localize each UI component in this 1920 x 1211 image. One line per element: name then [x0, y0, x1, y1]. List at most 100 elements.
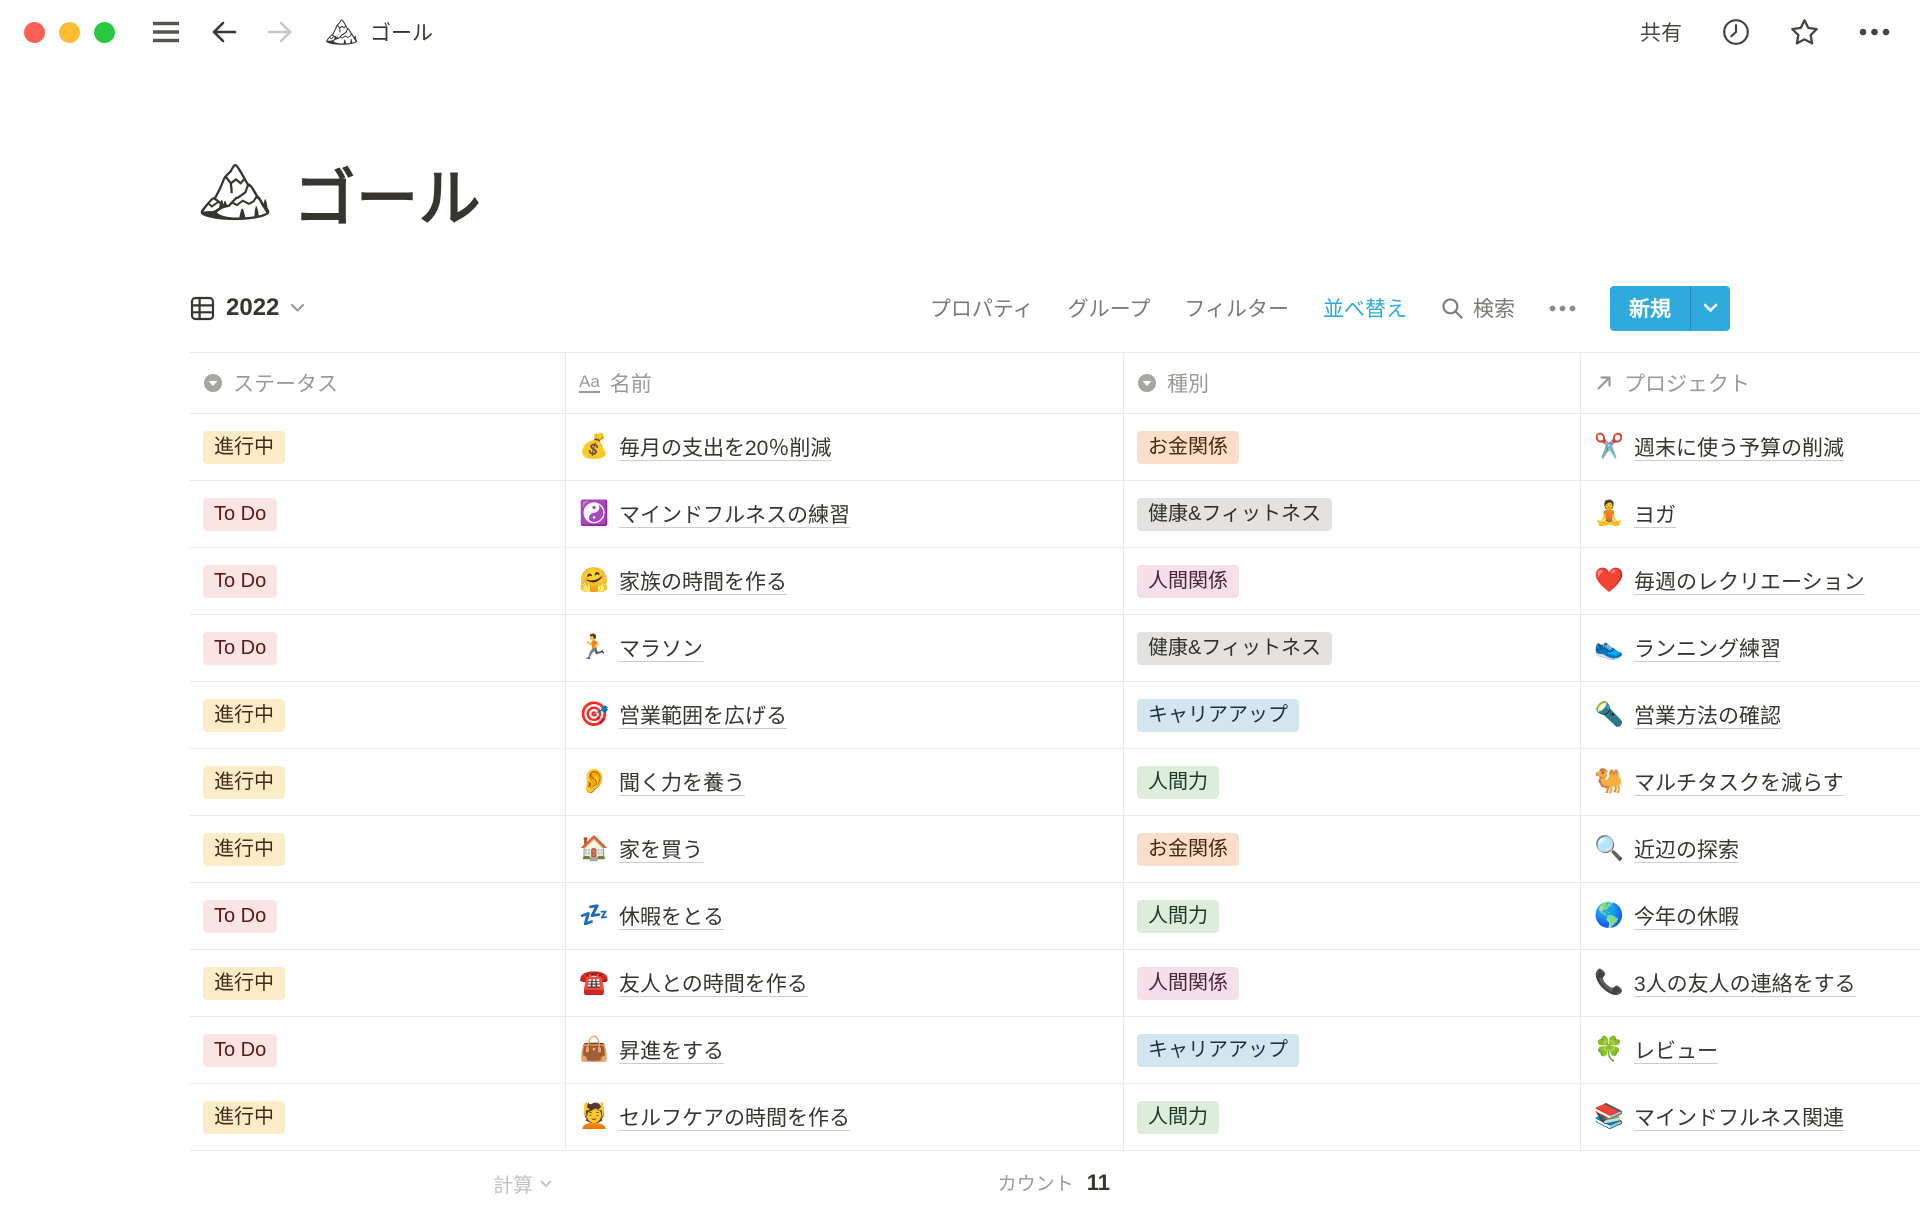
name-cell[interactable]: 🤗 家族の時間を作る [565, 548, 1123, 614]
page-link[interactable]: 👜 昇進をする [579, 1035, 724, 1065]
project-cell[interactable]: 🌎 今年の休暇 [1580, 883, 1920, 949]
name-link[interactable]: 家族の時間を作る [619, 566, 787, 596]
count-summary[interactable]: カウント 11 [565, 1169, 1123, 1196]
column-header-project[interactable]: プロジェクト [1580, 353, 1920, 413]
name-link[interactable]: 毎月の支出を20％削減 [619, 432, 831, 462]
type-cell[interactable]: キャリアアップ [1123, 1017, 1580, 1083]
forward-arrow-icon[interactable] [267, 20, 293, 44]
project-link[interactable]: 毎週のレクリエーション [1634, 566, 1865, 596]
project-link-wrap[interactable]: ❤️ 毎週のレクリエーション [1594, 566, 1865, 596]
toolbar-sort-button[interactable]: 並べ替え [1323, 293, 1407, 323]
page-link[interactable]: ☯️ マインドフルネスの練習 [579, 499, 850, 529]
project-link-wrap[interactable]: 🐫 マルチタスクを減らす [1594, 767, 1844, 797]
project-cell[interactable]: 🍀 レビュー [1580, 1017, 1920, 1083]
name-cell[interactable]: 💆 セルフケアの時間を作る [565, 1084, 1123, 1150]
project-cell[interactable]: ❤️ 毎週のレクリエーション [1580, 548, 1920, 614]
page-link[interactable]: 👂 聞く力を養う [579, 767, 745, 797]
type-cell[interactable]: 健康&フィットネス [1123, 615, 1580, 681]
type-cell[interactable]: 人間関係 [1123, 548, 1580, 614]
project-link-wrap[interactable]: 🍀 レビュー [1594, 1035, 1718, 1065]
project-link[interactable]: マインドフルネス関連 [1634, 1102, 1844, 1132]
project-link[interactable]: レビュー [1634, 1035, 1718, 1065]
close-window-button[interactable] [24, 22, 45, 43]
page-link[interactable]: 💤 休暇をとる [579, 901, 724, 931]
page-link[interactable]: 🤗 家族の時間を作る [579, 566, 787, 596]
project-cell[interactable]: 🐫 マルチタスクを減らす [1580, 749, 1920, 815]
page-link[interactable]: 🎯 営業範囲を広げる [579, 700, 787, 730]
name-cell[interactable]: 👂 聞く力を養う [565, 749, 1123, 815]
name-cell[interactable]: 👜 昇進をする [565, 1017, 1123, 1083]
project-link[interactable]: 営業方法の確認 [1634, 700, 1781, 730]
type-cell[interactable]: お金関係 [1123, 414, 1580, 480]
type-cell[interactable]: 人間力 [1123, 1084, 1580, 1150]
name-link[interactable]: 友人との時間を作る [619, 968, 808, 998]
type-cell[interactable]: 健康&フィットネス [1123, 481, 1580, 547]
project-cell[interactable]: ✂️ 週末に使う予算の削減 [1580, 414, 1920, 480]
name-link[interactable]: マインドフルネスの練習 [619, 499, 850, 529]
breadcrumb[interactable]: 🏔 ゴール [325, 17, 433, 47]
calculate-button[interactable]: 計算 [190, 1169, 565, 1198]
status-cell[interactable]: To Do [190, 615, 565, 681]
project-link-wrap[interactable]: 👟 ランニング練習 [1594, 633, 1781, 663]
name-link[interactable]: 休暇をとる [619, 901, 724, 931]
project-link-wrap[interactable]: 🔦 営業方法の確認 [1594, 700, 1781, 730]
new-button[interactable]: 新規 [1610, 286, 1730, 331]
project-link[interactable]: ヨガ [1634, 499, 1676, 529]
name-link[interactable]: 昇進をする [619, 1035, 724, 1065]
zoom-window-button[interactable] [94, 22, 115, 43]
page-title-emoji-icon[interactable]: 🏔 [198, 164, 272, 222]
status-cell[interactable]: 進行中 [190, 950, 565, 1016]
project-link-wrap[interactable]: 🌎 今年の休暇 [1594, 901, 1739, 931]
name-cell[interactable]: 🏃 マラソン [565, 615, 1123, 681]
column-header-name[interactable]: Aa 名前 [565, 353, 1123, 413]
status-cell[interactable]: To Do [190, 481, 565, 547]
name-link[interactable]: セルフケアの時間を作る [619, 1102, 850, 1132]
project-link[interactable]: 近辺の探索 [1634, 834, 1739, 864]
project-link-wrap[interactable]: 🔍 近辺の探索 [1594, 834, 1739, 864]
status-cell[interactable]: 進行中 [190, 749, 565, 815]
project-link[interactable]: 今年の休暇 [1634, 901, 1739, 931]
page-link[interactable]: 💰 毎月の支出を20％削減 [579, 432, 831, 462]
project-link-wrap[interactable]: 📚 マインドフルネス関連 [1594, 1102, 1844, 1132]
project-link[interactable]: 3人の友人の連絡をする [1634, 968, 1856, 998]
name-cell[interactable]: 🎯 営業範囲を広げる [565, 682, 1123, 748]
project-link[interactable]: 週末に使う予算の削減 [1634, 432, 1844, 462]
project-cell[interactable]: 🔦 営業方法の確認 [1580, 682, 1920, 748]
project-cell[interactable]: 👟 ランニング練習 [1580, 615, 1920, 681]
project-link[interactable]: ランニング練習 [1634, 633, 1781, 663]
view-switcher[interactable]: 2022 [190, 294, 305, 322]
status-cell[interactable]: To Do [190, 548, 565, 614]
project-cell[interactable]: 📚 マインドフルネス関連 [1580, 1084, 1920, 1150]
project-link-wrap[interactable]: 📞 3人の友人の連絡をする [1594, 968, 1856, 998]
more-options-icon[interactable] [1859, 28, 1890, 36]
name-cell[interactable]: 💤 休暇をとる [565, 883, 1123, 949]
page-link[interactable]: 💆 セルフケアの時間を作る [579, 1102, 850, 1132]
sidebar-toggle-icon[interactable] [151, 20, 181, 44]
type-cell[interactable]: お金関係 [1123, 816, 1580, 882]
favorite-star-icon[interactable] [1790, 18, 1819, 46]
project-cell[interactable]: 📞 3人の友人の連絡をする [1580, 950, 1920, 1016]
project-cell[interactable]: 🧘 ヨガ [1580, 481, 1920, 547]
name-cell[interactable]: 🏠 家を買う [565, 816, 1123, 882]
name-link[interactable]: 聞く力を養う [619, 767, 745, 797]
status-cell[interactable]: 進行中 [190, 816, 565, 882]
project-cell[interactable]: 🔍 近辺の探索 [1580, 816, 1920, 882]
share-button[interactable]: 共有 [1640, 17, 1682, 47]
page-title[interactable]: ゴール [294, 148, 482, 238]
status-cell[interactable]: 進行中 [190, 1084, 565, 1150]
project-link[interactable]: マルチタスクを減らす [1634, 767, 1844, 797]
type-cell[interactable]: 人間力 [1123, 883, 1580, 949]
page-link[interactable]: 🏠 家を買う [579, 834, 703, 864]
page-link[interactable]: ☎️ 友人との時間を作る [579, 968, 808, 998]
column-header-status[interactable]: ステータス [190, 353, 565, 413]
column-header-type[interactable]: 種別 [1123, 353, 1580, 413]
status-cell[interactable]: 進行中 [190, 682, 565, 748]
name-link[interactable]: 家を買う [619, 834, 703, 864]
toolbar-properties-button[interactable]: プロパティ [930, 293, 1034, 323]
status-cell[interactable]: To Do [190, 1017, 565, 1083]
page-link[interactable]: 🏃 マラソン [579, 633, 703, 663]
name-link[interactable]: マラソン [619, 633, 703, 663]
type-cell[interactable]: キャリアアップ [1123, 682, 1580, 748]
new-button-chevron-icon[interactable] [1690, 286, 1730, 331]
type-cell[interactable]: 人間力 [1123, 749, 1580, 815]
